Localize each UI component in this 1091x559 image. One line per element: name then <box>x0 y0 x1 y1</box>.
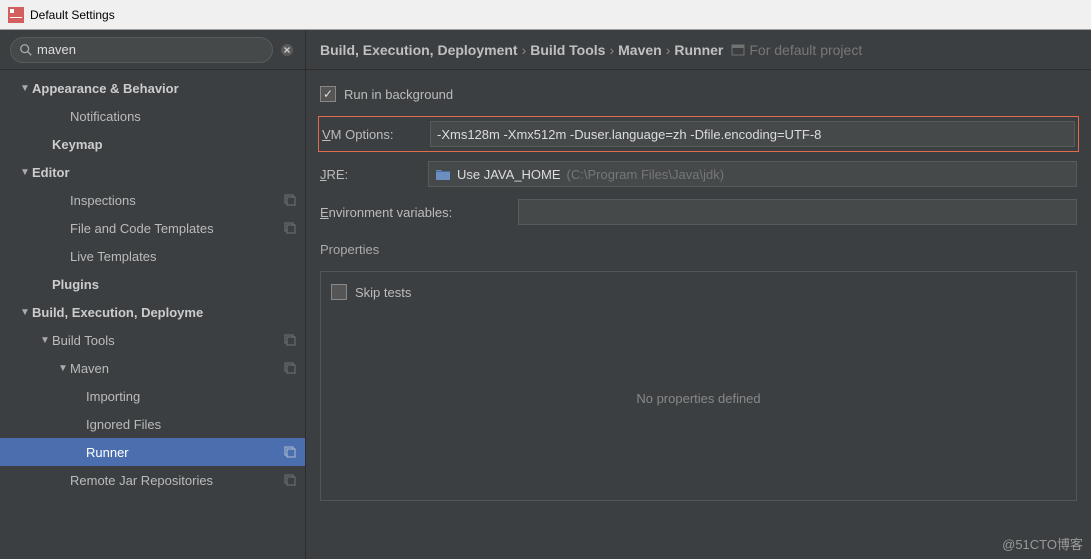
jre-value: Use JAVA_HOME <box>457 167 561 182</box>
jre-row: JRE: Use JAVA_HOME (C:\Program Files\Jav… <box>320 160 1077 188</box>
tree-remote-jar-repositories[interactable]: Remote Jar Repositories <box>0 466 305 494</box>
tree-maven[interactable]: ▼Maven <box>0 354 305 382</box>
tree-editor[interactable]: ▼Editor <box>0 158 305 186</box>
tree-runner[interactable]: Runner <box>0 438 305 466</box>
run-in-background-checkbox[interactable] <box>320 86 336 102</box>
run-in-background-row: Run in background <box>320 80 1077 108</box>
copy-icon <box>283 193 297 207</box>
properties-label: Properties <box>320 236 1077 257</box>
copy-icon <box>283 445 297 459</box>
tree-plugins[interactable]: Plugins <box>0 270 305 298</box>
tree-file-code-templates[interactable]: File and Code Templates <box>0 214 305 242</box>
crumb-bed[interactable]: Build, Execution, Deployment <box>320 42 518 58</box>
search-row <box>0 30 305 70</box>
crumb-runner: Runner <box>674 42 723 58</box>
close-icon <box>280 43 294 57</box>
jre-hint: (C:\Program Files\Java\jdk) <box>567 167 724 182</box>
run-in-background-label: Run in background <box>344 87 453 102</box>
sidebar: ▼Appearance & Behavior Notifications Key… <box>0 30 306 559</box>
search-icon <box>19 43 33 57</box>
copy-icon <box>283 221 297 235</box>
watermark: @51CTO博客 <box>1002 534 1083 553</box>
tree-keymap[interactable]: Keymap <box>0 130 305 158</box>
search-input[interactable] <box>37 42 264 57</box>
jre-label: JRE: <box>320 167 420 182</box>
tree-appearance-behavior[interactable]: ▼Appearance & Behavior <box>0 74 305 102</box>
tree-build-execution-deployment[interactable]: ▼Build, Execution, Deployme <box>0 298 305 326</box>
properties-box: Skip tests No properties defined <box>320 271 1077 501</box>
env-vars-input[interactable] <box>518 199 1077 225</box>
settings-tree: ▼Appearance & Behavior Notifications Key… <box>0 70 305 559</box>
breadcrumb: Build, Execution, Deployment › Build Too… <box>306 30 1091 70</box>
project-icon <box>731 43 745 57</box>
tree-notifications[interactable]: Notifications <box>0 102 305 130</box>
window-title: Default Settings <box>30 8 115 22</box>
env-vars-label: Environment variables: <box>320 205 510 220</box>
copy-icon <box>283 333 297 347</box>
app-icon <box>8 7 24 23</box>
skip-tests-row: Skip tests <box>331 280 1066 304</box>
tree-ignored-files[interactable]: Ignored Files <box>0 410 305 438</box>
jre-select[interactable]: Use JAVA_HOME (C:\Program Files\Java\jdk… <box>428 161 1077 187</box>
crumb-build-tools[interactable]: Build Tools <box>530 42 605 58</box>
properties-empty-text: No properties defined <box>331 304 1066 492</box>
form-area: Run in background VM Options: JRE: Use J… <box>306 70 1091 501</box>
tree-build-tools[interactable]: ▼Build Tools <box>0 326 305 354</box>
vm-options-label: VM Options: <box>322 127 422 142</box>
clear-search-button[interactable] <box>279 42 295 58</box>
skip-tests-checkbox[interactable] <box>331 284 347 300</box>
vm-options-input[interactable] <box>430 121 1075 147</box>
vm-options-row: VM Options: <box>320 118 1077 150</box>
copy-icon <box>283 361 297 375</box>
titlebar: Default Settings <box>0 0 1091 30</box>
folder-icon <box>435 167 451 181</box>
copy-icon <box>283 473 297 487</box>
tree-importing[interactable]: Importing <box>0 382 305 410</box>
content: Build, Execution, Deployment › Build Too… <box>306 30 1091 559</box>
crumb-maven[interactable]: Maven <box>618 42 662 58</box>
tree-inspections[interactable]: Inspections <box>0 186 305 214</box>
search-input-wrap[interactable] <box>10 37 273 63</box>
skip-tests-label: Skip tests <box>355 285 411 300</box>
env-vars-row: Environment variables: <box>320 198 1077 226</box>
scope-hint: For default project <box>749 42 862 58</box>
tree-live-templates[interactable]: Live Templates <box>0 242 305 270</box>
